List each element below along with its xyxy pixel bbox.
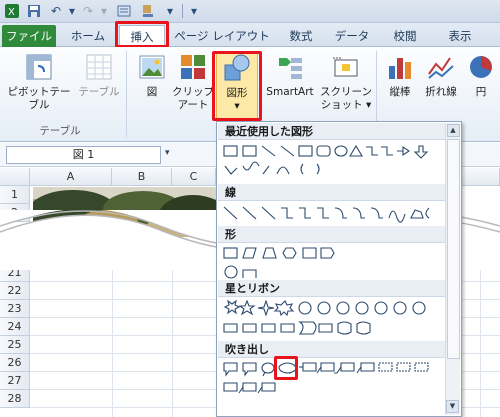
shapes-button[interactable]: 図形 ▾ — [216, 52, 258, 124]
column-header-a[interactable]: A — [30, 168, 112, 186]
callouts-header: 吹き出し — [218, 341, 460, 358]
name-box[interactable]: 図 1 — [6, 146, 161, 164]
basic-shapes-header: 形 — [218, 226, 460, 243]
row-header[interactable]: 24 — [0, 318, 30, 336]
redo-icon[interactable]: ↷ — [80, 3, 96, 19]
shapes-icon — [222, 53, 252, 83]
tab-data[interactable]: データ — [330, 25, 374, 47]
screenshot-label-1: スクリーン — [320, 86, 372, 98]
column-chart-button[interactable]: 縦棒 — [380, 52, 420, 99]
stars-banners-header: 星とリボン — [218, 280, 460, 297]
pivot-table-button[interactable]: ピボットテーブル — [4, 52, 74, 112]
paint-icon[interactable] — [140, 3, 156, 19]
pie-chart-button[interactable]: 円 — [464, 52, 498, 99]
row-header[interactable]: 28 — [0, 390, 30, 408]
ribbon-tab-bar: ファイル ホーム 挿入 ページ レイアウト 数式 データ 校閲 表示 — [0, 23, 500, 47]
shapes-dropdown-icon: ▾ — [234, 100, 240, 112]
column-chart-label: 縦棒 — [389, 86, 411, 98]
picture-button[interactable]: 図 — [132, 52, 172, 99]
table-button[interactable]: テーブル — [76, 52, 122, 99]
tab-home[interactable]: ホーム — [64, 25, 112, 47]
redo-dropdown-icon[interactable]: ▾ — [96, 3, 112, 19]
grid-line — [172, 264, 173, 417]
screenshot-button[interactable]: スクリーン ショット ▾ — [320, 52, 372, 112]
qat-customize-icon[interactable]: ▾ — [162, 3, 178, 19]
pie-chart-label: 円 — [475, 86, 487, 98]
select-all-corner[interactable] — [0, 168, 30, 186]
scroll-up-icon[interactable]: ▲ — [446, 124, 460, 137]
table-label: テーブル — [78, 86, 120, 98]
column-header-b[interactable]: B — [112, 168, 172, 186]
qat-divider — [182, 4, 183, 18]
tab-review[interactable]: 校閲 — [385, 25, 425, 47]
clipart-button[interactable]: クリップ アート — [172, 52, 214, 112]
callouts-row[interactable] — [223, 361, 443, 401]
group-separator — [126, 51, 127, 137]
row-header[interactable]: 27 — [0, 372, 30, 390]
table-group-label: テーブル — [39, 125, 81, 137]
stars-banners-row[interactable] — [223, 300, 443, 340]
column-header-c[interactable]: C — [172, 168, 216, 186]
recent-shapes-header: 最近使用した図形 — [218, 123, 460, 140]
more-icon[interactable]: ▾ — [186, 3, 202, 19]
row-header[interactable]: 26 — [0, 354, 30, 372]
row-header[interactable]: 25 — [0, 336, 30, 354]
screenshot-label-2: ショット — [320, 99, 363, 111]
shapes-label: 図形 — [226, 87, 248, 99]
clipart-label-1: クリップ — [172, 86, 214, 98]
smartart-button[interactable]: SmartArt — [262, 52, 318, 99]
scroll-down-icon[interactable]: ▼ — [446, 400, 459, 413]
line-chart-label: 折れ線 — [425, 86, 457, 98]
smartart-label: SmartArt — [266, 86, 314, 98]
row-header[interactable]: 23 — [0, 300, 30, 318]
form-icon[interactable] — [116, 3, 132, 19]
picture-icon — [137, 52, 167, 82]
row-header[interactable]: 22 — [0, 282, 30, 300]
shapes-gallery-dropdown: 最近使用した図形 線 形 星とリボン 吹き出し ▲ ▼ — [216, 121, 462, 417]
tab-file[interactable]: ファイル — [2, 25, 56, 47]
line-chart-button[interactable]: 折れ線 — [420, 52, 462, 99]
smartart-icon — [275, 52, 305, 82]
name-box-dropdown-icon[interactable]: ▾ — [165, 148, 170, 158]
tab-view[interactable]: 表示 — [438, 25, 482, 47]
table-icon — [84, 52, 114, 82]
excel-logo-icon: X — [4, 3, 20, 19]
screenshot-icon — [331, 52, 361, 82]
picture-label: 図 — [146, 86, 158, 98]
line-chart-icon — [426, 52, 456, 82]
clipart-label-2: アート — [177, 99, 209, 111]
scroll-thumb[interactable] — [447, 139, 460, 359]
tab-page-layout[interactable]: ページ レイアウト — [172, 25, 272, 47]
recent-shapes-row[interactable] — [223, 144, 443, 184]
row-header[interactable]: 1 — [0, 186, 30, 204]
undo-icon[interactable]: ↶ — [48, 3, 64, 19]
pivot-table-label: ピボットテーブル — [7, 86, 71, 111]
gallery-scrollbar[interactable]: ▲ ▼ — [445, 123, 460, 415]
lines-shapes-row[interactable] — [223, 205, 443, 223]
save-icon[interactable] — [26, 3, 42, 19]
grid-line — [480, 264, 481, 417]
quick-access-toolbar: X ↶ ▾ ↷ ▾ ▾ ▾ — [0, 0, 500, 23]
undo-dropdown-icon[interactable]: ▾ — [64, 3, 80, 19]
column-chart-icon — [385, 52, 415, 82]
tab-insert[interactable]: 挿入 — [119, 25, 165, 47]
tab-formulas[interactable]: 数式 — [280, 25, 322, 47]
lines-header: 線 — [218, 184, 460, 201]
clipart-icon — [178, 52, 208, 82]
grid-line — [112, 264, 113, 417]
column-header-extra[interactable] — [462, 168, 500, 186]
svg-text:X: X — [8, 7, 15, 18]
basic-shapes-row[interactable] — [223, 246, 443, 282]
pie-chart-icon — [466, 52, 496, 82]
pivot-table-icon — [24, 52, 54, 82]
